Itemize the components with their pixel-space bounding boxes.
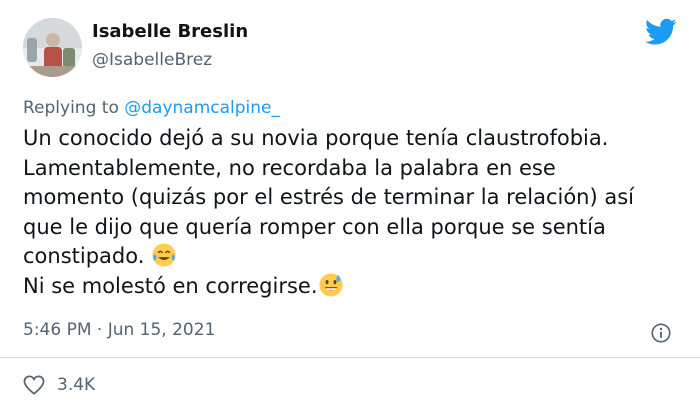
tweet-card: Isabelle Breslin @IsabelleBrez Replying … [0,0,700,414]
tweet-paragraph-2-text: Ni se molestó en corregirse. [23,273,318,298]
avatar-image [23,18,82,77]
author-handle[interactable]: @IsabelleBrez [92,50,212,70]
tweet-paragraph-1-text: Un conocido dejó a su novia porque tenía… [23,126,634,268]
replying-to: Replying to @daynamcalpine_ [23,98,280,118]
author-name[interactable]: Isabelle Breslin [92,21,248,42]
like-count: 3.4K [57,375,96,395]
twitter-bird-icon[interactable] [645,18,677,46]
tweet-paragraph: Ni se molestó en corregirse. [23,272,663,302]
tweet-timestamp[interactable]: 5:46 PM · Jun 15, 2021 [23,320,215,340]
like-button[interactable]: 3.4K [23,372,95,398]
divider [0,357,700,358]
tweet-text: Un conocido dejó a su novia porque tenía… [23,124,663,301]
tears-of-joy-emoji-icon [152,243,176,267]
heart-icon [23,375,45,395]
info-icon[interactable] [650,322,672,344]
grinning-sweat-emoji-icon [318,272,343,297]
tweet-paragraph: Un conocido dejó a su novia porque tenía… [23,124,663,272]
replying-to-label: Replying to [23,98,125,118]
avatar[interactable] [23,18,82,77]
reply-mention-link[interactable]: @daynamcalpine_ [124,98,280,118]
